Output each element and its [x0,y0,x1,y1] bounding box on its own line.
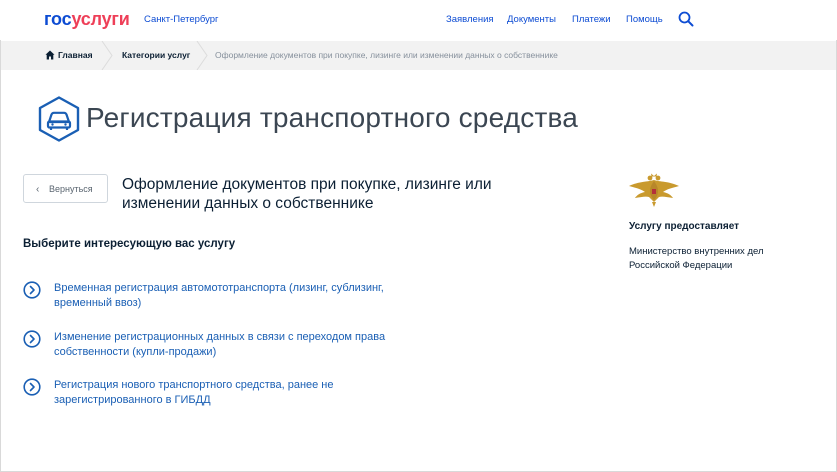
provider-name[interactable]: Министерство внутренних дел Российской Ф… [629,245,799,273]
service-option-link[interactable]: Регистрация нового транспортного средств… [54,378,414,407]
breadcrumb-separator [196,41,208,70]
service-option-link[interactable]: Изменение регистрационных данных в связи… [54,330,414,359]
mvd-emblem-icon [629,173,679,207]
back-button[interactable]: ‹ Вернуться [23,174,108,203]
service-option-link[interactable]: Временная регистрация автомототранспорта… [54,281,414,310]
site-header: госуслуги Санкт-Петербург Заявления Доку… [0,0,837,40]
search-icon[interactable] [678,11,694,27]
gosuslugi-logo[interactable]: госуслуги [44,9,130,30]
chevron-circle-icon [23,378,41,396]
provider-label: Услугу предоставляет [629,221,740,232]
service-subtitle: Оформление документов при покупке, лизин… [122,176,492,212]
chevron-left-icon: ‹ [36,184,40,195]
chevron-circle-icon [23,330,41,348]
logo-part-gos: гос [44,9,72,29]
chevron-circle-icon [23,281,41,299]
section-heading: Выберите интересующую вас услугу [23,238,236,250]
breadcrumb-home[interactable]: Главная [58,50,93,60]
nav-applications[interactable]: Заявления [446,14,494,25]
breadcrumb-separator [101,41,113,70]
car-icon [38,96,80,142]
nav-payments[interactable]: Платежи [572,14,611,25]
breadcrumb: Главная Категории услуг Оформление докум… [1,41,836,70]
breadcrumb-current: Оформление документов при покупке, лизин… [215,50,558,60]
nav-documents[interactable]: Документы [507,14,556,25]
home-icon [45,50,55,60]
back-button-label: Вернуться [49,184,93,194]
nav-help[interactable]: Помощь [626,14,663,25]
region-selector[interactable]: Санкт-Петербург [144,14,219,25]
page-title: Регистрация транспортного средства [86,102,579,133]
breadcrumb-categories[interactable]: Категории услуг [122,50,190,60]
logo-part-uslugi: услуги [71,9,130,29]
